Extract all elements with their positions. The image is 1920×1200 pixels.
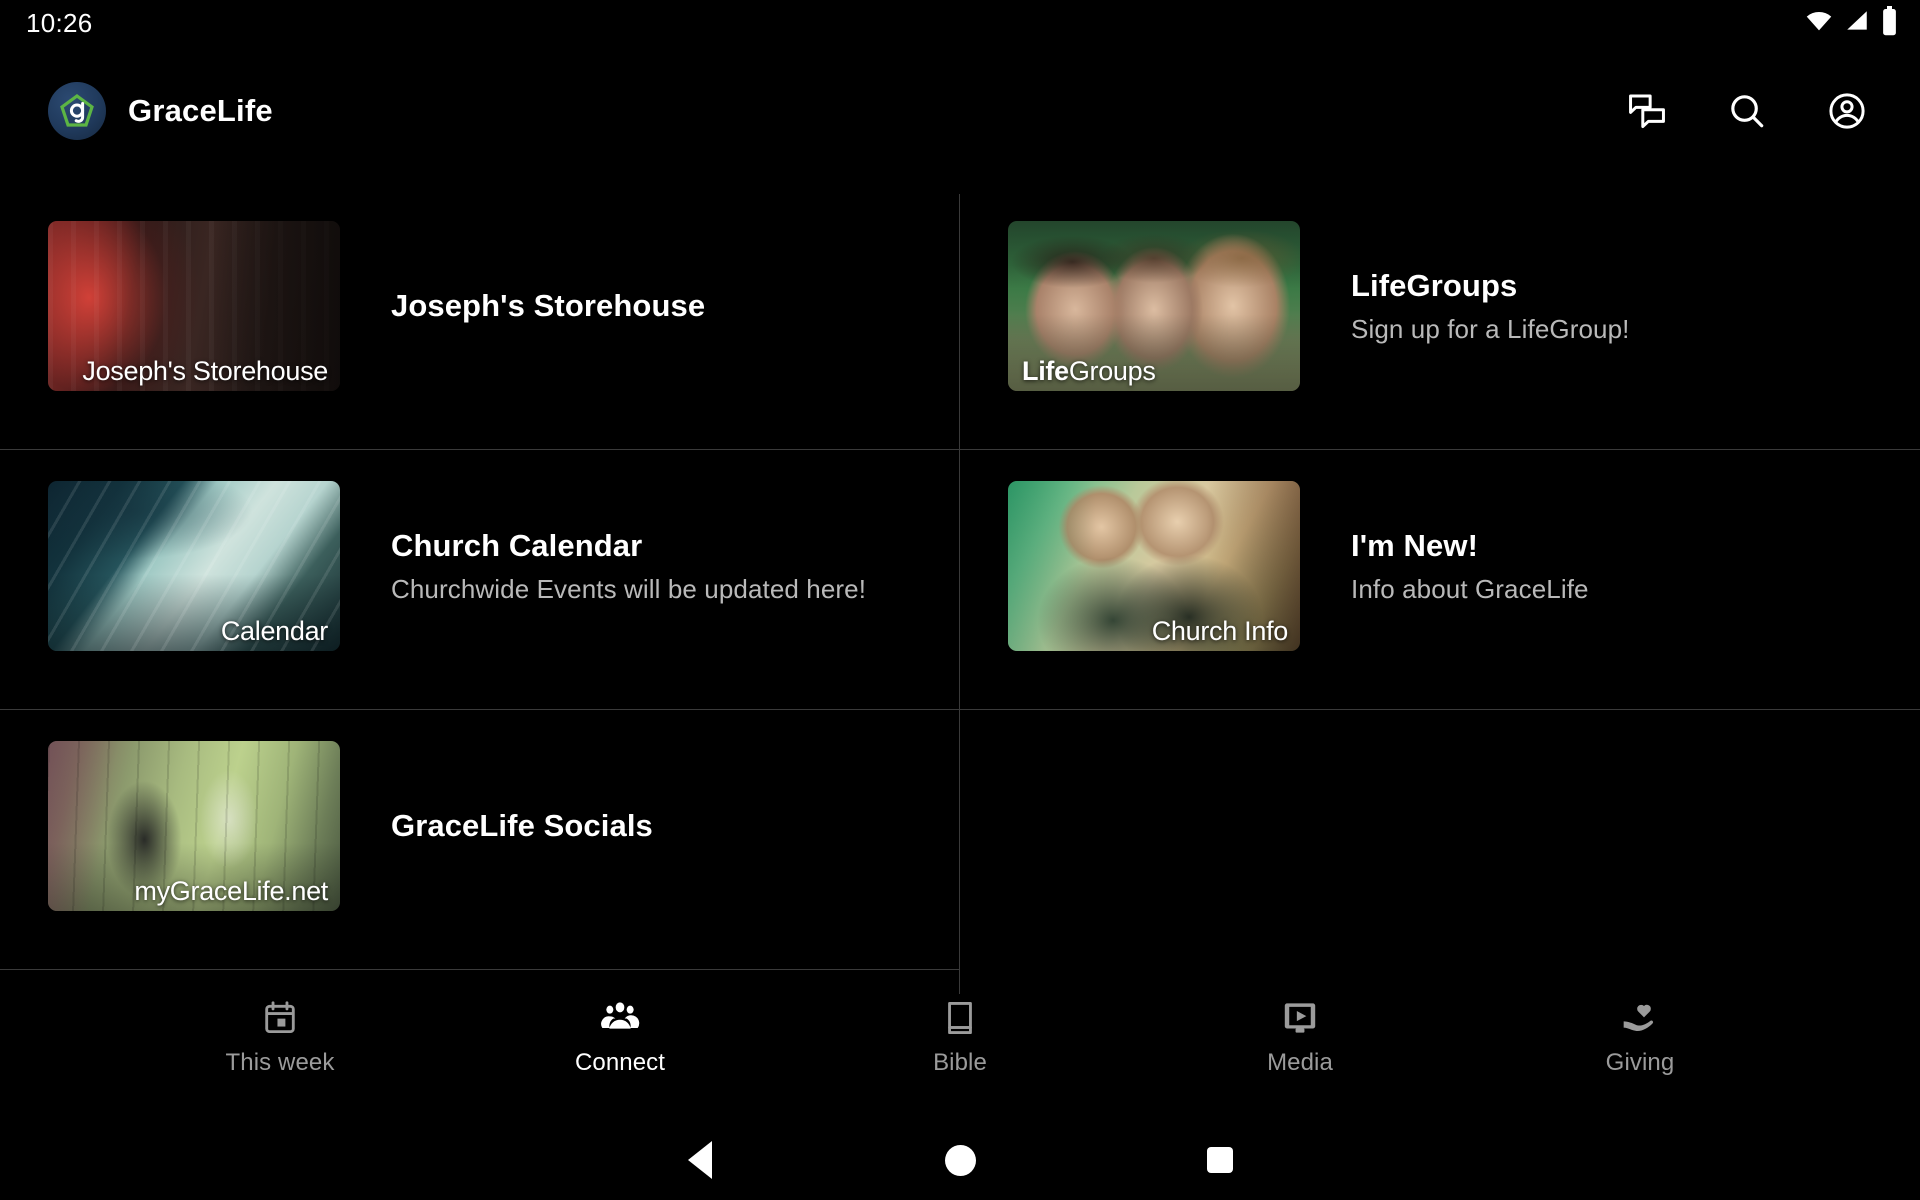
tab-this-week[interactable]: This week <box>205 995 355 1077</box>
feature-card-gracelife-socials[interactable]: myGraceLife.net GraceLife Socials <box>0 696 960 956</box>
feature-card-church-calendar[interactable]: Calendar Church Calendar Churchwide Even… <box>0 436 960 696</box>
thumbnail-caption-rest: Groups <box>1068 356 1156 386</box>
tab-bible[interactable]: Bible <box>885 995 1035 1077</box>
thumbnail-lifegroups: LifeGroups <box>1008 221 1300 391</box>
gracelife-logo-icon <box>48 82 106 140</box>
messages-icon[interactable] <box>1624 88 1670 134</box>
feature-card-text: Church Calendar Churchwide Events will b… <box>340 527 892 606</box>
calendar-icon <box>261 995 299 1037</box>
feature-card-title: Joseph's Storehouse <box>391 287 706 323</box>
feature-card-subtitle: Sign up for a LifeGroup! <box>1351 314 1630 345</box>
app-brand[interactable]: GraceLife <box>48 82 273 140</box>
thumbnail-caption: myGraceLife.net <box>134 876 328 906</box>
feature-grid-empty-cell <box>960 696 1920 956</box>
tab-giving[interactable]: Giving <box>1565 995 1715 1077</box>
app-bar-actions <box>1624 88 1884 134</box>
status-bar: 10:26 <box>0 0 1920 46</box>
feature-card-title: I'm New! <box>1351 527 1479 563</box>
recents-square-icon <box>1207 1147 1233 1173</box>
thumbnail-caption: Calendar <box>220 616 328 646</box>
feature-grid: Joseph's Storehouse Joseph's Storehouse … <box>0 176 1920 994</box>
tab-label: Connect <box>574 1049 666 1076</box>
tab-media[interactable]: Media <box>1225 995 1375 1077</box>
grid-row: Calendar Church Calendar Churchwide Even… <box>0 436 1920 696</box>
bottom-tab-bar: This week Connect Bible Media Giving <box>0 956 1920 1116</box>
thumbnail-caption: LifeGroups <box>1008 356 1300 387</box>
feature-card-title: GraceLife Socials <box>391 807 653 843</box>
app-screen: 10:26 GraceLife Joseph's Storehouse Jose… <box>0 0 1920 1200</box>
search-icon[interactable] <box>1724 88 1770 134</box>
tab-connect[interactable]: Connect <box>545 995 695 1077</box>
android-home-button[interactable] <box>830 1144 1090 1176</box>
account-icon[interactable] <box>1824 88 1870 134</box>
app-bar: GraceLife <box>0 46 1920 176</box>
feature-card-lifegroups[interactable]: LifeGroups LifeGroups Sign up for a Life… <box>960 176 1920 436</box>
grid-row: myGraceLife.net GraceLife Socials <box>0 696 1920 956</box>
feature-card-subtitle: Churchwide Events will be updated here! <box>391 574 867 605</box>
thumbnail-caption: Joseph's Storehouse <box>82 356 328 386</box>
thumbnail-caption: Church Info <box>1151 616 1289 646</box>
thumbnail-church-info: Church Info <box>1008 481 1300 651</box>
tab-label: This week <box>225 1049 335 1076</box>
book-icon <box>941 995 979 1037</box>
wifi-icon <box>1805 7 1833 40</box>
thumbnail-church-calendar: Calendar <box>48 481 340 651</box>
app-title: GraceLife <box>128 93 273 128</box>
android-back-button[interactable] <box>570 1141 830 1179</box>
tab-label: Bible <box>933 1049 987 1076</box>
cellular-signal-icon <box>1844 8 1870 39</box>
feature-card-im-new[interactable]: Church Info I'm New! Info about GraceLif… <box>960 436 1920 696</box>
feature-card-subtitle: Info about GraceLife <box>1351 574 1589 605</box>
battery-icon <box>1881 5 1898 41</box>
feature-card-title: LifeGroups <box>1351 267 1518 303</box>
people-group-icon <box>600 995 640 1037</box>
feature-card-text: I'm New! Info about GraceLife <box>1300 527 1615 606</box>
home-circle-icon <box>944 1144 976 1176</box>
android-recents-button[interactable] <box>1090 1147 1350 1173</box>
android-system-nav-bar <box>0 1116 1920 1200</box>
back-triangle-icon <box>688 1141 712 1179</box>
feature-card-text: LifeGroups Sign up for a LifeGroup! <box>1300 267 1655 346</box>
grid-row: Joseph's Storehouse Joseph's Storehouse … <box>0 176 1920 436</box>
status-icon-group <box>1805 5 1898 41</box>
media-play-icon <box>1281 995 1319 1037</box>
feature-card-text: Joseph's Storehouse <box>340 287 731 326</box>
status-clock: 10:26 <box>26 7 93 38</box>
feature-card-text: GraceLife Socials <box>340 807 679 846</box>
thumbnail-caption-bold: Life <box>1022 356 1069 386</box>
thumbnail-josephs-storehouse: Joseph's Storehouse <box>48 221 340 391</box>
feature-card-josephs-storehouse[interactable]: Joseph's Storehouse Joseph's Storehouse <box>0 176 960 436</box>
hand-heart-icon <box>1620 995 1660 1037</box>
thumbnail-gracelife-socials: myGraceLife.net <box>48 741 340 911</box>
grid-row-divider-3 <box>0 969 960 970</box>
feature-card-title: Church Calendar <box>391 527 643 563</box>
tab-label: Giving <box>1605 1049 1675 1076</box>
tab-label: Media <box>1267 1049 1333 1076</box>
